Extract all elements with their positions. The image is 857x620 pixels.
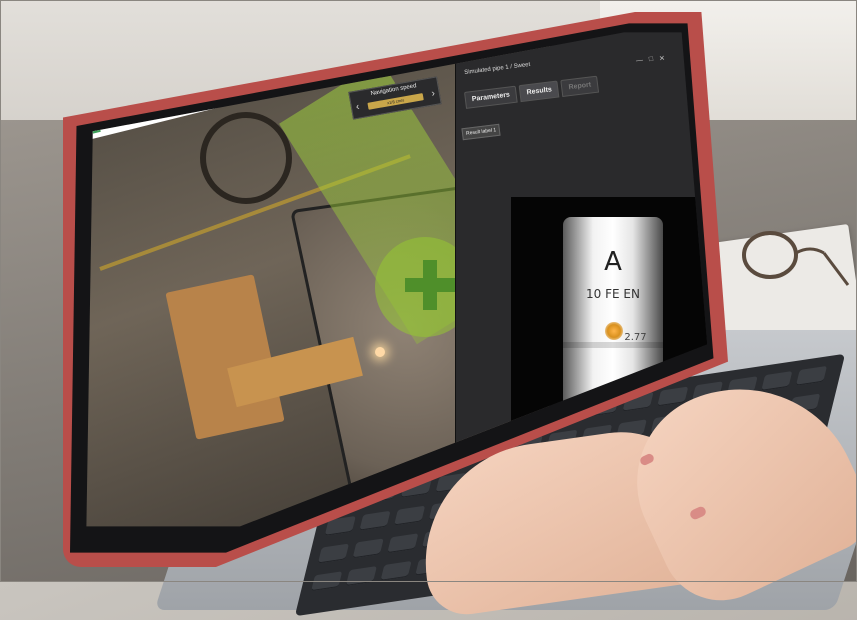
tab-report[interactable]: Report xyxy=(560,75,600,97)
chevron-right-icon[interactable]: › xyxy=(431,88,436,99)
minimize-button[interactable]: — xyxy=(636,57,644,66)
chevron-left-icon[interactable]: ‹ xyxy=(355,101,360,112)
eyeglasses xyxy=(742,231,850,286)
cable-coil xyxy=(200,112,292,204)
app-logo-icon xyxy=(91,123,101,134)
cross-icon[interactable] xyxy=(405,260,455,310)
keyboard-key xyxy=(311,571,343,592)
scrollbar[interactable] xyxy=(711,62,714,102)
app-title: RoboREST xyxy=(102,114,139,131)
keyboard-key xyxy=(345,566,377,586)
cross-vertical xyxy=(423,260,437,310)
xray-pipe-image: A 10 FE EN 2.77 xyxy=(563,217,663,437)
keyboard-key xyxy=(761,371,793,391)
tab-parameters[interactable]: Parameters xyxy=(464,85,518,109)
keyboard-key xyxy=(317,543,350,564)
panel-title: Simulated pipe 1 / Sweet xyxy=(464,61,531,76)
close-button[interactable]: ✕ xyxy=(659,54,666,63)
tab-bar: Parameters Results Report xyxy=(464,75,600,109)
scanner-frame xyxy=(165,274,285,440)
keyboard-key xyxy=(380,560,412,581)
xray-letter: A xyxy=(604,247,622,277)
xray-code: 10 FE EN xyxy=(586,287,640,301)
keyboard-key xyxy=(795,365,828,386)
tab-results[interactable]: Results xyxy=(518,80,560,103)
window-controls: — □ ✕ xyxy=(636,54,666,65)
result-selector-button[interactable]: Result label 1 xyxy=(461,123,501,141)
maximize-button[interactable]: □ xyxy=(649,56,654,64)
light-reflection xyxy=(375,347,385,357)
xray-number: 2.77 xyxy=(624,332,647,343)
